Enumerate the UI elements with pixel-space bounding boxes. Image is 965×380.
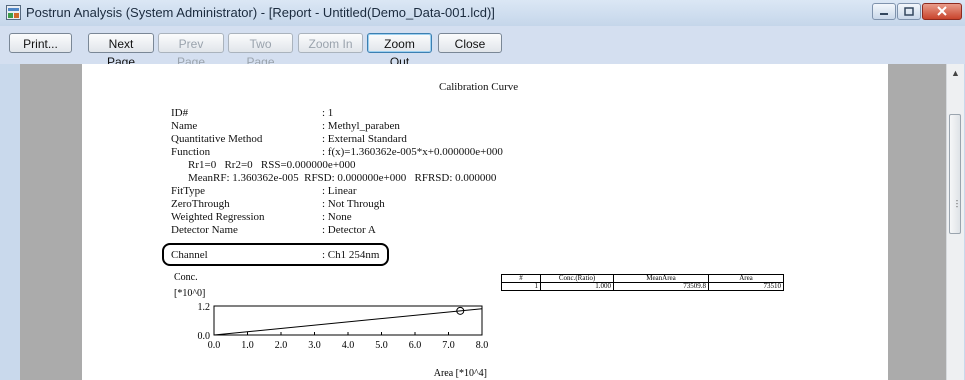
field-label-name: Name <box>171 120 198 132</box>
field-value-weighted-regression: : None <box>322 211 352 223</box>
table-cell: 1.000 <box>540 282 614 291</box>
stats-line-2: MeanRF: 1.360362e-005 RFSD: 0.000000e+00… <box>188 172 497 184</box>
field-label-quant-method: Quantitative Method <box>171 133 263 145</box>
print-button[interactable]: Print... <box>9 33 72 53</box>
vertical-scrollbar[interactable]: ▲ --- <box>946 64 964 380</box>
field-label-weighted-regression: Weighted Regression <box>171 211 265 223</box>
x-tick-label: 2.0 <box>275 340 288 351</box>
zoom-out-button[interactable]: Zoom Out <box>367 33 432 69</box>
app-icon <box>6 5 21 20</box>
zoom-in-button[interactable]: Zoom In <box>298 33 363 53</box>
x-tick-label: 5.0 <box>375 340 388 351</box>
x-tick-label: 8.0 <box>476 340 489 351</box>
table-cell: 73509.8 <box>613 282 709 291</box>
x-tick-label: 6.0 <box>409 340 422 351</box>
close-icon <box>937 6 947 16</box>
prev-page-button[interactable]: Prev Page <box>158 33 224 69</box>
report-title: Calibration Curve <box>439 81 519 93</box>
field-value-quant-method: : External Standard <box>322 133 407 145</box>
table-cell: 73510 <box>708 282 784 291</box>
field-label-id: ID# <box>171 107 189 119</box>
y-tick-label: 0.0 <box>198 331 211 342</box>
field-value-fittype: : Linear <box>322 185 357 197</box>
field-value-id: : 1 <box>322 107 334 119</box>
y-axis-multiplier: [*10^0] <box>174 288 205 299</box>
y-axis-label: Conc. <box>174 272 198 283</box>
table-row: 1 1.000 73509.8 73510 <box>501 282 784 291</box>
report-page: Calibration Curve ID# : 1 Name : Methyl_… <box>82 64 888 380</box>
scrollbar-thumb[interactable]: --- <box>949 114 961 234</box>
field-label-zerothrough: ZeroThrough <box>171 198 230 210</box>
minimize-button[interactable] <box>872 3 896 20</box>
minimize-icon <box>880 13 888 15</box>
field-label-detector-name: Detector Name <box>171 224 238 236</box>
title-bar[interactable]: Postrun Analysis (System Administrator) … <box>0 0 965 27</box>
x-tick-label: 3.0 <box>308 340 321 351</box>
y-tick-label: 1.2 <box>198 302 211 313</box>
toolbar: Print... Next Page Prev Page Two Page Zo… <box>0 26 965 69</box>
maximize-button[interactable] <box>897 3 921 20</box>
results-table: # Conc.(Ratio) MeanArea Area 1 1.000 735… <box>501 274 784 291</box>
two-page-button[interactable]: Two Page <box>228 33 293 69</box>
calibration-chart: Conc. [*10^0] 0.0 1.0 2.0 3.0 4.0 5.0 6.0 7.0 8.… <box>174 272 489 379</box>
field-label-fittype: FitType <box>171 185 206 197</box>
field-value-zerothrough: : Not Through <box>322 198 385 210</box>
x-tick-label: 7.0 <box>442 340 455 351</box>
calibration-line <box>213 308 483 336</box>
close-button[interactable]: Close <box>438 33 502 53</box>
x-tick-label: 1.0 <box>241 340 254 351</box>
field-value-detector-name: : Detector A <box>322 224 376 236</box>
next-page-button[interactable]: Next Page <box>88 33 154 69</box>
report-viewport[interactable]: Calibration Curve ID# : 1 Name : Methyl_… <box>20 64 946 380</box>
x-tick-label: 4.0 <box>342 340 355 351</box>
plot-area: 0.0 1.0 2.0 3.0 4.0 5.0 6.0 7.0 8.00.01.2 <box>198 302 489 351</box>
x-axis-label: Area [*10^4] <box>434 368 487 379</box>
table-header-row: # Conc.(Ratio) MeanArea Area <box>501 274 784 283</box>
window-title: Postrun Analysis (System Administrator) … <box>26 5 495 20</box>
field-value-name: : Methyl_paraben <box>322 120 400 132</box>
field-label-function: Function <box>171 146 211 158</box>
grip-icon: --- <box>955 196 959 211</box>
maximize-icon <box>904 7 914 16</box>
field-value-function: : f(x)=1.360362e-005*x+0.000000e+000 <box>322 146 503 158</box>
channel-highlight <box>162 243 389 266</box>
scroll-up-arrow-icon[interactable]: ▲ <box>947 66 964 80</box>
close-window-button[interactable] <box>922 3 962 20</box>
stats-line-1: Rr1=0 Rr2=0 RSS=0.000000e+000 <box>188 159 356 171</box>
